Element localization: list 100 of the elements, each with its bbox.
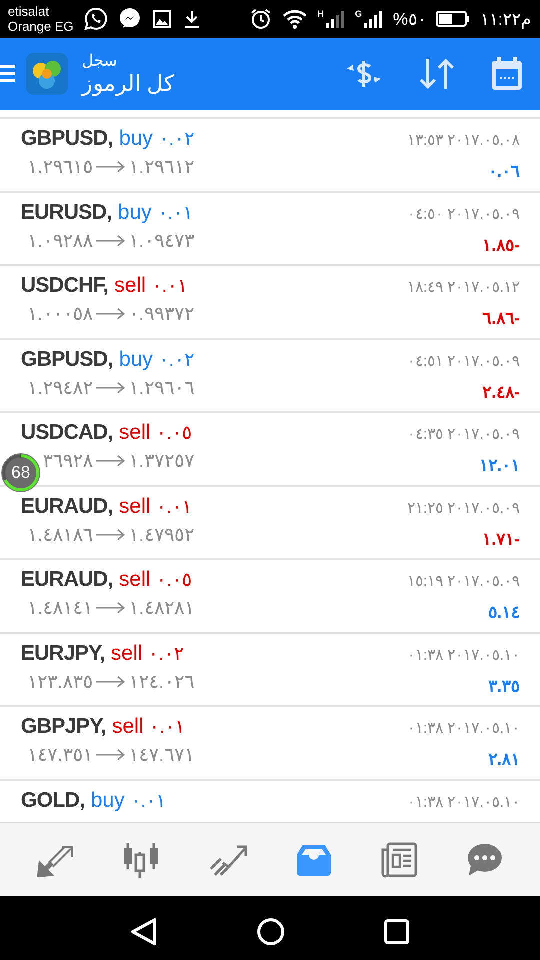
trade-volume: ٠.٠١ (152, 275, 188, 298)
close-price: ٠.٩٩٣٧٢ (129, 303, 194, 326)
trade-profit: ١٢.٠١ (479, 455, 520, 476)
network-type-label: H (318, 9, 324, 19)
trade-profit: ٢.٤٨- (482, 382, 520, 402)
carrier-name: etisalat (8, 4, 50, 19)
symbol-name: GBPJPY, (21, 715, 106, 739)
open-price: ١.٠٠٠٥٨ (26, 303, 93, 326)
open-price: ١٢٣.٨٣٥ (26, 670, 93, 694)
close-price: ١.٠٩٤٧٣ (129, 230, 194, 252)
arrow-icon (96, 308, 126, 320)
symbol-name: USDCAD, (21, 421, 114, 445)
calendar-icon[interactable] (490, 56, 524, 92)
trade-volume: ٠.٠١ (158, 202, 194, 224)
close-price: ١٢٤.٠٢٦ (129, 670, 194, 694)
progress-badge[interactable]: 68 (1, 453, 41, 493)
trade-profit: ٣.٣٥ (488, 676, 520, 696)
trade-time: ١٨:٤٩ ٢٠١٧.٠٥.١٢ (407, 278, 520, 296)
trade-side: sell (119, 568, 151, 592)
trade-volume: ٠.٠١ (130, 790, 166, 812)
close-price: ١.٤٨٢٨١ (129, 597, 194, 620)
open-price: ١٤٧.٣٥١ (26, 744, 93, 767)
clock: ١١:٢٢م (480, 8, 532, 30)
symbol-name: EURUSD, (21, 200, 112, 224)
trade-side: sell (119, 421, 151, 445)
home-icon[interactable] (256, 918, 285, 946)
trade-side: sell (111, 642, 143, 666)
trade-time: ٠١:٣٨ ٢٠١٧.٠٥.١٠ (407, 719, 520, 737)
symbol-name: EURJPY, (21, 642, 106, 666)
close-price: ١٤٧.٦٧١ (129, 744, 194, 767)
sort-icon[interactable] (418, 57, 456, 91)
trade-time: ٠١:٣٨ ٢٠١٧.٠٥.١٠ (407, 792, 520, 810)
carrier-name: Orange EG (8, 19, 74, 34)
recents-icon[interactable] (384, 919, 410, 945)
chat-bubble-icon (84, 7, 108, 31)
trade-profit: ١.٧١- (482, 528, 520, 550)
trade-volume: ٠.٠٥ (156, 569, 192, 592)
trade-time: ٠٤:٥٠ ٢٠١٧.٠٥.٠٩ (407, 204, 520, 222)
trade-time: ٠١:٣٨ ٢٠١٧.٠٥.١٠ (407, 646, 520, 664)
trade-volume: ٠.٠٥ (156, 422, 192, 445)
trade-side: buy (118, 200, 152, 224)
symbol-name: GOLD, (21, 788, 85, 812)
symbol-name: EURAUD, (21, 568, 114, 592)
trade-profit: ٢.٨١ (488, 749, 520, 770)
signal-icon (325, 9, 346, 29)
symbol-name: GBPUSD, (21, 127, 114, 151)
arrow-icon (96, 749, 126, 761)
screen-title: كل الرموز (82, 71, 174, 97)
battery-icon (436, 10, 470, 28)
close-price: ١.٣٧٢٥٧ (129, 450, 194, 473)
trade-side: sell (114, 274, 146, 298)
trade-side: buy (119, 127, 154, 151)
app-logo-icon (26, 53, 68, 95)
trade-side: sell (112, 715, 144, 739)
trade-profit: ٥.١٤ (488, 602, 520, 623)
trade-time: ٠٤:٣٥ ٢٠١٧.٠٥.٠٩ (407, 425, 520, 443)
arrow-icon (96, 161, 126, 173)
trade-profit: ١.٨٥- (482, 234, 520, 256)
open-price: ١.٠٩٢٨٨ (26, 230, 93, 252)
open-price: ١.٢٩٦١٥ (26, 156, 93, 179)
inbox-icon[interactable] (295, 842, 334, 876)
image-icon (152, 9, 172, 29)
trade-profit: ٠.٠٦ (488, 161, 520, 182)
signal-icon (363, 9, 384, 29)
trade-volume: ٠.٠٢ (148, 642, 184, 666)
open-price: ١.٤٨١٨٦ (26, 524, 93, 546)
close-price: ١.٤٧٩٥٢ (129, 524, 194, 546)
arrow-icon (96, 676, 126, 688)
arrow-icon (96, 455, 126, 467)
open-price: ١.٢٩٤٨٢ (26, 376, 93, 400)
alarm-icon (250, 8, 272, 30)
symbol-name: GBPUSD, (21, 348, 114, 372)
symbol-name: EURAUD, (21, 494, 114, 518)
arrow-icon (96, 528, 126, 540)
trade-profit: ٦.٨٦- (482, 308, 520, 329)
trade-volume: ٠.٠٢ (159, 348, 194, 372)
arrow-icon (96, 382, 126, 394)
trade-time: ١٥:١٩ ٢٠١٧.٠٥.٠٩ (407, 572, 520, 590)
screen-subtitle: سجل (82, 52, 118, 71)
close-price: ١.٢٩٦٠٦ (129, 376, 194, 400)
messenger-icon (118, 7, 142, 31)
arrow-icon (96, 602, 126, 614)
trade-time: ٢١:٢٥ ٢٠١٧.٠٥.٠٩ (407, 498, 520, 516)
back-icon[interactable] (130, 917, 158, 947)
symbol-name: USDCHF, (21, 274, 109, 298)
close-price: ١.٢٩٦١٢ (129, 156, 194, 179)
trade-volume: ٠.٠١ (150, 716, 186, 739)
trade-side: buy (119, 348, 154, 372)
newspaper-icon[interactable] (380, 842, 418, 878)
trade-side: sell (119, 494, 151, 518)
trade-time: ١٣:٥٣ ٢٠١٧.٠٥.٠٨ (407, 131, 520, 149)
trade-volume: ٠.٠١ (156, 496, 192, 518)
arrow-icon (96, 234, 126, 246)
trade-volume: ٠.٠٢ (159, 128, 194, 151)
open-price: ١.٤٨١٤١ (26, 597, 93, 620)
menu-icon[interactable] (0, 63, 16, 85)
trade-time: ٠٤:٥١ ٢٠١٧.٠٥.٠٩ (407, 352, 520, 370)
battery-percent: %٥٠ (393, 8, 426, 30)
wifi-icon (282, 9, 308, 29)
network-type-label: G (355, 9, 362, 19)
